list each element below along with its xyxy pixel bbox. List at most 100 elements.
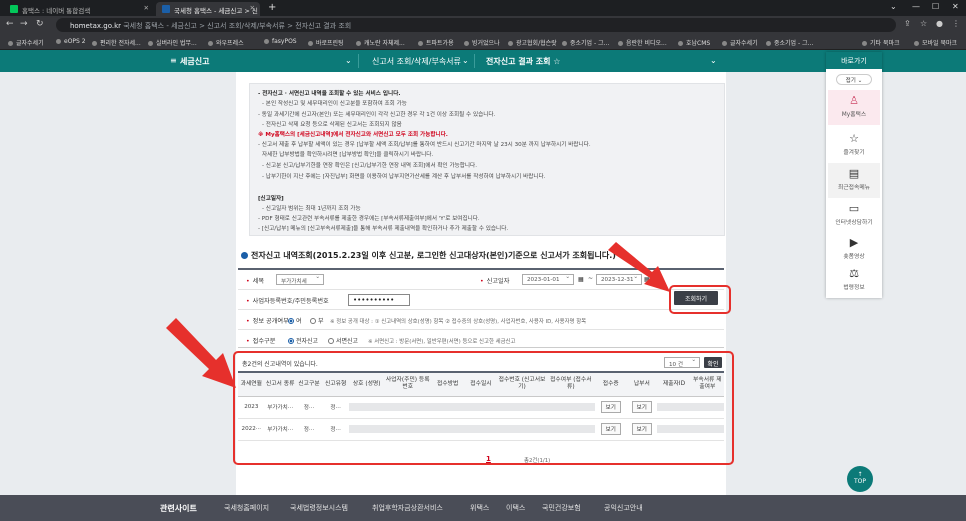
url-host: hometax.go.kr — [70, 22, 122, 30]
bookmark-item[interactable]: 광고협회/협슨랏 — [508, 38, 557, 47]
nav-divider — [474, 54, 475, 68]
chat-icon: ▭ — [848, 202, 860, 215]
registration-number-label: 사업자등록번호/주민등록번호 — [246, 296, 329, 305]
bookmark-item[interactable]: 실버라인 법무... — [148, 38, 197, 47]
close-icon[interactable]: ✕ — [144, 4, 149, 12]
bookmark-folder[interactable]: 기타 북마크 — [862, 38, 900, 47]
quick-label: 즐겨찾기 — [843, 150, 865, 156]
footer-link[interactable]: 공익신고안내 — [604, 503, 643, 513]
bookmark-item[interactable]: 빙거었으나 — [464, 38, 500, 47]
notice-line-highlight: ※ My홈택스의 [세금신고내역]에서 전자신고와 서면신고 모두 조회 가능합… — [258, 132, 448, 138]
receipt-paper-radio[interactable]: 서면신고 — [328, 336, 358, 345]
bullet-icon — [241, 252, 248, 259]
bookmark-item[interactable]: 글자수세기 — [8, 38, 44, 47]
breadcrumb-level2[interactable]: 전자신고 결과 조회 ☆ — [486, 56, 560, 67]
notice-line: - 전자신고 · 서면신고 내역을 조회할 수 있는 서비스 입니다. — [258, 91, 401, 97]
notice-line: - 동일 과세기간에 신고자(본인) 또는 세무대리인이 각각 신고한 경우 각… — [258, 112, 496, 118]
bookmark-item[interactable]: 글자수세기 — [722, 38, 758, 47]
person-icon: ♙ — [849, 94, 859, 107]
collapse-button[interactable]: 접기 ⌄ — [836, 74, 872, 85]
star-icon[interactable]: ☆ — [920, 19, 927, 28]
bookmark-item[interactable]: 캐노란 자체제... — [356, 38, 405, 47]
tab-title: 홈택스 : 네이버 통합검색 — [22, 7, 91, 15]
footer-link[interactable]: 국민건강보험 — [542, 503, 581, 513]
quick-menu-panel: 바로가기 접기 ⌄ ♙ My홈택스 ☆ 즐겨찾기 ▤ 최근접속메뉴 ▭ 인터넷상담하기 … — [826, 52, 882, 298]
tab-title: 국세청 홈택스 - 세금신고 > 신 — [174, 7, 258, 15]
notice-box: - 전자신고 · 서면신고 내역을 조회할 수 있는 서비스 입니다. - 본인… — [249, 83, 725, 236]
radio-label: 서면신고 — [336, 338, 359, 345]
notice-line: - 신고분 신고/납부기한을 연장 확인은 [신고/납부기한 연장 내역 조회]… — [262, 163, 477, 169]
scroll-top-button[interactable]: ↑ TOP — [847, 466, 873, 492]
bookmark-item[interactable]: eOPS 2 — [56, 38, 86, 45]
reload-icon[interactable]: ↻ — [36, 19, 44, 29]
bookmark-folder[interactable]: 모바일 북마크 — [914, 38, 957, 47]
bookmark-item[interactable]: 음란한 비디오... — [618, 38, 667, 47]
quick-shortform-video[interactable]: ▶ 숏폼영상 — [828, 232, 880, 267]
address-bar[interactable]: hometax.go.kr 국세청 홈택스 - 세금신고 > 신고서 조회/삭제… — [56, 18, 896, 32]
quick-consulting[interactable]: ▭ 인터넷상담하기 — [828, 198, 880, 233]
quick-label: 인터넷상담하기 — [835, 220, 873, 226]
footer-link[interactable]: 위택스 — [470, 503, 489, 513]
registration-number-input[interactable]: •••••••••• — [348, 294, 410, 306]
bookmark-item[interactable]: 호남CMS — [678, 38, 710, 47]
footer-link[interactable]: 취업후학자금상환서비스 — [372, 503, 443, 513]
chevron-down-icon: ⌄ — [345, 56, 352, 65]
notice-line: - 납부기한이 지난 후에는 [자진납부] 화면을 이용하여 납부지연가산세를 … — [262, 174, 546, 180]
back-icon[interactable]: ← — [6, 19, 14, 29]
notice-line: - [신고/납부] 메뉴의 [신고부속서류제출]을 통해 부속서류 제출내역을 … — [258, 226, 509, 232]
footer-link[interactable]: 국세법령정보시스템 — [290, 503, 348, 513]
notice-subheading: [신고일자] — [258, 196, 284, 202]
filing-date-label: 신고일자 — [480, 276, 510, 285]
notice-line: - 신고서 제출 후 납부할 세액이 있는 경우 [납부할 세액 조회/납부]를… — [258, 142, 591, 148]
window-close-icon[interactable]: ✕ — [952, 2, 959, 11]
profile-icon[interactable]: ● — [936, 19, 943, 28]
browser-tab-hometax[interactable]: 국세청 홈택스 - 세금신고 > 신 ✕ — [156, 2, 260, 16]
quick-law-info[interactable]: ⚖ 법령정보 — [828, 263, 880, 298]
nav-menu-tax-filing[interactable]: 세금신고 — [180, 56, 209, 67]
breadcrumb-level1[interactable]: 신고서 조회/삭제/부속서류 — [372, 56, 461, 67]
disclosure-no-radio[interactable]: 부 — [310, 316, 324, 325]
close-icon[interactable]: ✕ — [250, 4, 255, 12]
quick-recent-menu[interactable]: ▤ 최근접속메뉴 — [828, 163, 880, 198]
notice-line: - 전자신고 삭제 요청 등으로 삭제된 신고서는 조회되지 않음 — [262, 122, 402, 128]
browser-tab-naver[interactable]: 홈택스 : 네이버 통합검색 ✕ — [4, 2, 154, 16]
tab-search-icon[interactable]: ⌄ — [890, 2, 897, 11]
star-icon: ☆ — [849, 132, 859, 145]
footer-link[interactable]: 이택스 — [506, 503, 525, 513]
date-from-input[interactable]: 2023-01-01 — [522, 274, 574, 285]
bookmark-item[interactable]: 트파트가용 — [418, 38, 454, 47]
footer-link[interactable]: 국세청홈페이지 — [224, 503, 269, 513]
bookmarks-bar: 글자수세기 eOPS 2 편리한 전자세... 실버라인 법무... 와우프레스… — [0, 34, 966, 50]
calendar-icon[interactable]: ▦ — [578, 276, 584, 283]
bookmark-item[interactable]: fasyPOS — [264, 38, 297, 45]
radio-label: 전자신고 — [296, 338, 319, 345]
bookmark-item[interactable]: 편리한 전자세... — [92, 38, 141, 47]
receipt-type-label: 접수구분 — [246, 336, 276, 345]
maximize-icon[interactable]: ☐ — [932, 2, 939, 11]
share-icon[interactable]: ⇪ — [904, 19, 911, 28]
notice-line: - 본인 작성신고 및 세무대리인이 신고분을 포함하여 조회 가능 — [262, 101, 407, 107]
new-tab-icon[interactable]: + — [268, 2, 276, 13]
bookmark-item[interactable]: 와우프레스 — [208, 38, 244, 47]
minimize-icon[interactable]: — — [912, 2, 920, 11]
bookmark-item[interactable]: 중소기업 - 그... — [562, 38, 609, 47]
menu-icon[interactable]: ⋮ — [952, 19, 960, 28]
disclosure-yes-radio[interactable]: 여 — [288, 316, 302, 325]
bookmark-item[interactable]: 중소기업 - 그... — [766, 38, 813, 47]
top-label: TOP — [853, 477, 866, 485]
browser-toolbar: ← → ↻ hometax.go.kr 국세청 홈택스 - 세금신고 > 신고서… — [0, 16, 966, 34]
quick-favorites[interactable]: ☆ 즐겨찾기 — [828, 128, 880, 163]
receipt-electronic-radio[interactable]: 전자신고 — [288, 336, 318, 345]
notice-line: 자세한 납부방법을 확인하시려면 [납부방법 확인]을 클릭하시기 바랍니다. — [262, 152, 434, 158]
footer: 관련사이트 국세청홈페이지 국세법령정보시스템 취업후학자금상환서비스 위택스 … — [0, 495, 966, 521]
quick-label: 법령정보 — [843, 285, 865, 291]
bookmark-item[interactable]: 바로프린팅 — [308, 38, 344, 47]
quick-my-hometax[interactable]: ♙ My홈택스 — [828, 90, 880, 125]
menu-icon[interactable]: ≡ — [170, 56, 177, 65]
forward-icon[interactable]: → — [20, 19, 28, 29]
naver-favicon-icon — [10, 5, 18, 13]
chevron-down-icon: ⌄ — [462, 56, 469, 65]
date-separator: ~ — [588, 275, 594, 282]
tax-type-select[interactable]: 부가가치세 — [276, 274, 324, 285]
receipt-note: ※ 서면신고 : 방문(서면), 일반우편(서면) 등으로 신고한 세금신고 — [368, 339, 516, 345]
